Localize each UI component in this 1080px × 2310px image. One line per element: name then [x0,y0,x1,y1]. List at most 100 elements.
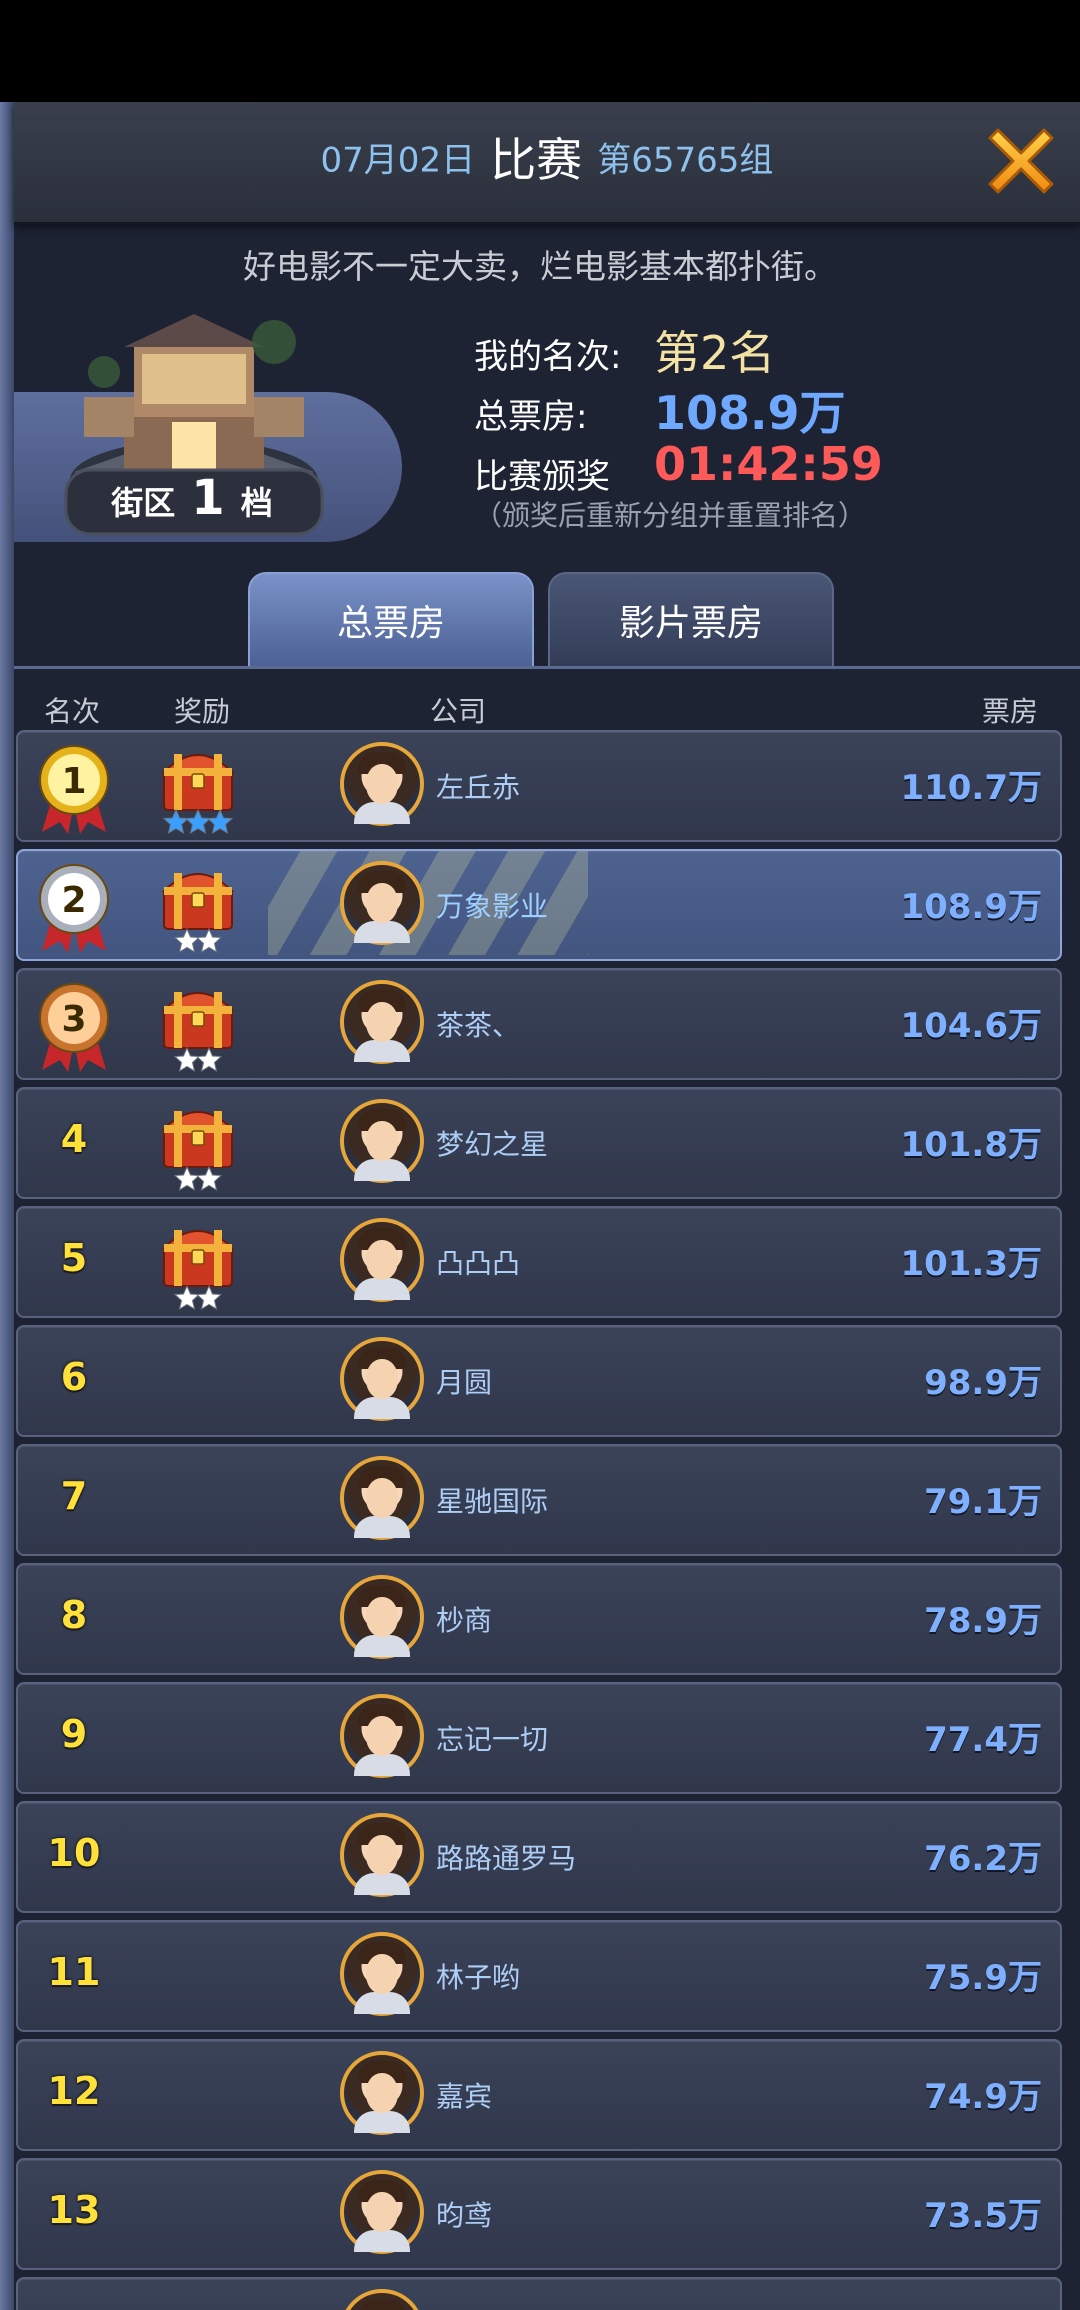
treasure-chest-icon[interactable] [158,982,238,1074]
competition-date: 07月02日 [320,140,476,181]
boxoffice-value: 108.9万 [900,887,1042,927]
boxoffice-value: 77.4万 [924,1720,1042,1760]
star-icon [173,1284,201,1311]
avatar[interactable] [340,1694,424,1778]
award-countdown: 01:42:59 [654,437,883,491]
tab-film-boxoffice[interactable]: 影片票房 [548,572,834,666]
company-name: 杪商 [436,1604,493,1637]
ranking-row[interactable]: 13 昀鸢 73.5万 [16,2158,1062,2270]
avatar[interactable] [340,742,424,826]
boxoffice-value: 75.9万 [924,1958,1042,1998]
medal-rank: 1 [61,761,86,802]
boxoffice-value: 76.2万 [924,1839,1042,1879]
avatar[interactable] [340,1932,424,2016]
company-name: 昀鸢 [436,2199,493,2232]
header-title: 07月02日 比赛 第65765组 [14,124,1080,190]
rank-number: 8 [60,1593,88,1637]
rank-number: 9 [60,1712,88,1756]
my-rank-value: 第2名 [654,326,776,380]
ranking-row[interactable]: 5 凸凸凸 101.3万 [16,1206,1062,1318]
rank-number: 5 [60,1236,88,1280]
star-icon [195,927,223,954]
star-icon [184,808,212,835]
rank-medal-icon: 1 [39,745,109,834]
boxoffice-value: 73.5万 [924,2196,1042,2236]
award-label: 比赛颁奖 [474,457,610,497]
ranking-row[interactable]: 1 左丘赤 110.7万 [16,730,1062,842]
leaderboard-panel: 07月02日 比赛 第65765组 好电影不一定大卖，烂电影基本都扑街。 街区 … [0,102,1080,2310]
company-name: 林子哟 [436,1961,521,1994]
company-name: 忘记一切 [436,1723,549,1756]
rank-number: 7 [60,1474,88,1518]
ranking-row[interactable]: 3 茶茶、 104.6万 [16,968,1062,1080]
rank-medal-icon: 2 [39,864,109,953]
star-icon [173,1046,201,1073]
avatar[interactable] [340,1218,424,1302]
col-rank: 名次 [44,695,101,728]
ranking-row[interactable]: 10 路路通罗马 76.2万 [16,1801,1062,1913]
boxoffice-value: 79.1万 [924,1482,1042,1522]
col-reward: 奖励 [174,695,231,728]
group-number: 第65765组 [597,140,774,181]
close-x-icon [988,128,1054,194]
avatar[interactable] [340,1575,424,1659]
avatar[interactable] [340,861,424,945]
ranking-row[interactable]: 8 杪商 78.9万 [16,1563,1062,1675]
avatar[interactable] [340,980,424,1064]
ranking-row[interactable]: 2 万象影业 108.9万 [16,849,1062,961]
ranking-row[interactable]: 12 嘉宾 74.9万 [16,2039,1062,2151]
treasure-chest-icon[interactable] [158,1101,238,1193]
boxoffice-value: 78.9万 [924,1601,1042,1641]
star-icon [206,808,234,835]
avatar[interactable] [340,2289,424,2310]
treasure-chest-icon[interactable] [158,1220,238,1312]
ranking-row[interactable]: 11 林子哟 75.9万 [16,1920,1062,2032]
boxoffice-value: 110.7万 [900,768,1042,808]
boxoffice-value: 101.3万 [900,1244,1042,1284]
star-icon [195,1046,223,1073]
medal-rank: 2 [61,880,86,921]
ranking-row[interactable]: 4 梦幻之星 101.8万 [16,1087,1062,1199]
boxoffice-value: 74.9万 [924,2077,1042,2117]
my-rank-label: 我的名次: [474,337,622,377]
treasure-chest-icon[interactable] [158,863,238,955]
avatar[interactable] [340,1456,424,1540]
rank-number: 13 [47,2188,101,2232]
treasure-chest-icon[interactable] [158,744,238,836]
rank-number: 6 [60,1355,88,1399]
district-suffix: 档 [240,484,273,522]
avatar[interactable] [340,1337,424,1421]
ranking-row[interactable]: 7 星驰国际 79.1万 [16,1444,1062,1556]
col-company: 公司 [430,695,487,728]
tab-total-boxoffice[interactable]: 总票房 [248,572,534,666]
medal-rank: 3 [61,999,86,1040]
star-icon [162,808,190,835]
district-level: 1 [191,470,225,526]
boxoffice-value: 104.6万 [900,1006,1042,1046]
avatar[interactable] [340,1813,424,1897]
star-icon [195,1165,223,1192]
close-button[interactable] [976,116,1066,206]
col-boxoffice: 票房 [982,695,1039,728]
left-edge-strip [0,102,14,2310]
award-note: （颁奖后重新分组并重置排名） [474,499,867,532]
boxoffice-value: 101.8万 [900,1125,1042,1165]
avatar[interactable] [340,2170,424,2254]
company-name: 路路通罗马 [436,1842,577,1875]
ranking-list: 1 左丘赤 110.7万 2 万象影业 108.9万 3 茶茶、 104.6万 4 梦幻之星 101.… [16,730,1062,2310]
rank-medal-icon: 3 [39,983,109,1072]
rank-number: 12 [47,2069,101,2113]
avatar[interactable] [340,2051,424,2135]
rank-number: 11 [47,1950,101,1994]
star-icon [195,1284,223,1311]
ranking-row[interactable]: 14克里王思聪72.7万 [16,2277,1062,2310]
avatar[interactable] [340,1099,424,1183]
ranking-row[interactable]: 6 月圆 98.9万 [16,1325,1062,1437]
boxoffice-value: 98.9万 [924,1363,1042,1403]
tabs-divider [14,666,1080,669]
ranking-row[interactable]: 9 忘记一切 77.4万 [16,1682,1062,1794]
company-name: 月圆 [436,1366,493,1399]
district-level-label: 街区 1 档 [66,467,318,529]
competition-title: 比赛 [490,133,583,187]
company-name: 梦幻之星 [436,1128,549,1161]
